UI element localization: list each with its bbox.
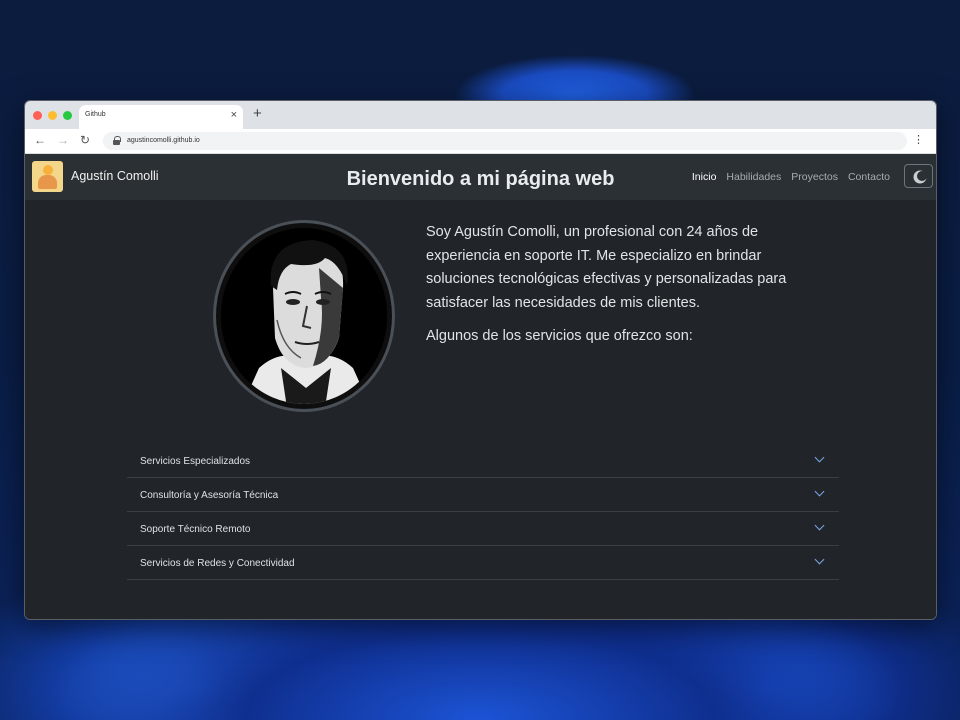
accordion-item-label: Servicios Especializados: [140, 456, 251, 467]
services-accordion: Servicios Especializados Consultoría y A…: [127, 444, 839, 580]
chevron-down-icon: [814, 520, 825, 531]
profile-portrait: [221, 228, 387, 404]
profile-avatar: [213, 220, 395, 412]
web-page: Agustín Comolli Inicio Habilidades Proye…: [25, 154, 936, 619]
url-text: agustincomolli.github.io: [127, 137, 200, 144]
tab-bar: Github × +: [25, 101, 936, 129]
browser-window: Github × + ← → ↻ agustincomolli.github.i…: [24, 100, 937, 620]
accordion-item-redes[interactable]: Servicios de Redes y Conectividad: [127, 546, 839, 580]
lock-icon: [113, 136, 121, 145]
bio-section: Soy Agustín Comolli, un profesional con …: [426, 221, 821, 349]
address-bar[interactable]: agustincomolli.github.io: [103, 132, 907, 150]
new-tab-button[interactable]: +: [253, 105, 262, 122]
accordion-item-soporte-remoto[interactable]: Soporte Técnico Remoto: [127, 512, 839, 546]
minimize-window-button[interactable]: [48, 111, 57, 120]
bio-paragraph: Soy Agustín Comolli, un profesional con …: [426, 224, 787, 311]
chevron-down-icon: [814, 554, 825, 565]
reload-icon[interactable]: ↻: [80, 133, 90, 147]
browser-tab[interactable]: Github ×: [79, 105, 243, 129]
accordion-item-servicios-especializados[interactable]: Servicios Especializados: [127, 444, 839, 478]
window-controls: [33, 111, 72, 120]
services-intro: Algunos de los servicios que ofrezco son…: [426, 328, 693, 344]
close-window-button[interactable]: [33, 111, 42, 120]
accordion-item-label: Servicios de Redes y Conectividad: [140, 558, 295, 569]
accordion-item-label: Consultoría y Asesoría Técnica: [140, 490, 279, 501]
maximize-window-button[interactable]: [63, 111, 72, 120]
chevron-down-icon: [814, 486, 825, 497]
portrait-illustration: [221, 228, 387, 404]
tab-title: Github: [85, 111, 106, 118]
browser-toolbar: ← → ↻ agustincomolli.github.io ⋮: [25, 129, 936, 154]
chevron-down-icon: [814, 452, 825, 463]
tab-close-icon[interactable]: ×: [231, 109, 237, 121]
back-icon[interactable]: ←: [34, 133, 46, 147]
page-title: Bienvenido a mi página web: [346, 168, 615, 190]
accordion-item-consultoria[interactable]: Consultoría y Asesoría Técnica: [127, 478, 839, 512]
accordion-item-label: Soporte Técnico Remoto: [140, 524, 251, 535]
browser-menu-icon[interactable]: ⋮: [913, 133, 924, 146]
forward-icon[interactable]: →: [57, 133, 69, 147]
